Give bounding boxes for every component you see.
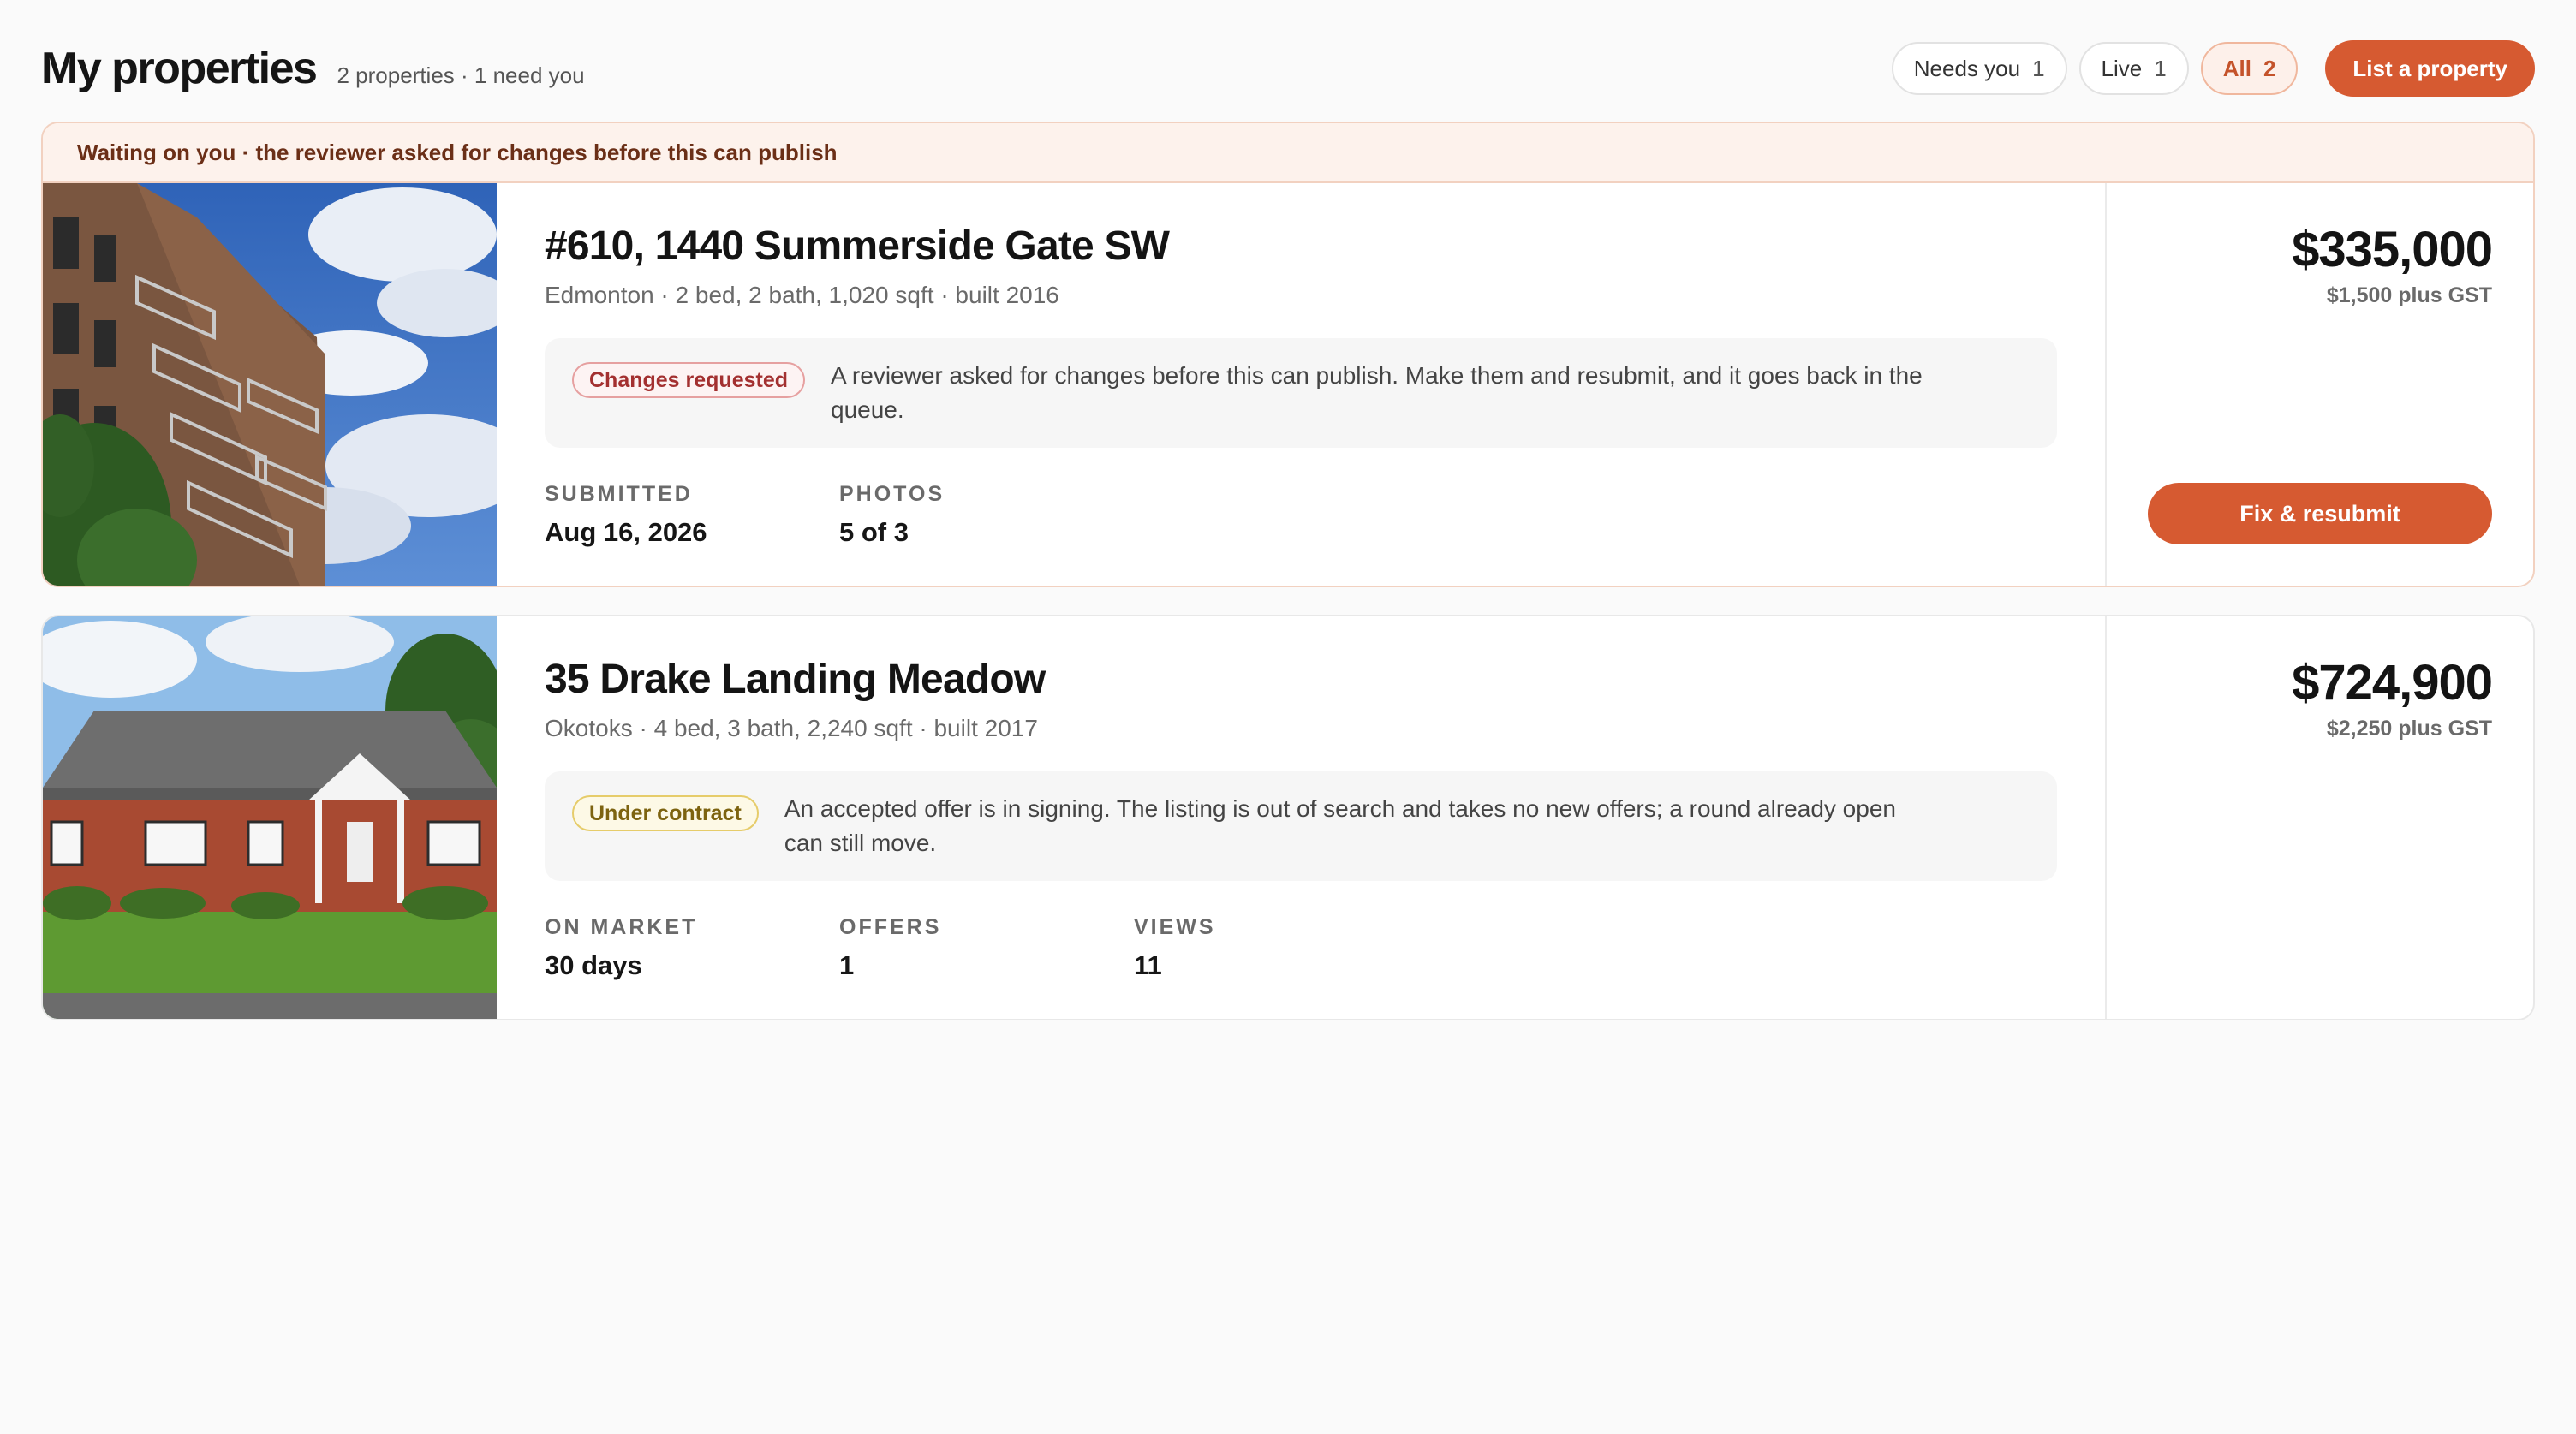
filter-live[interactable]: Live 1 [2078, 42, 2189, 95]
house-image [43, 616, 497, 1019]
filter-all[interactable]: All 2 [2200, 42, 2299, 95]
filter-count: 1 [2032, 55, 2045, 81]
status-badge: Under contract [572, 795, 759, 831]
stat-offers: OFFERS 1 [839, 915, 1134, 981]
stat-label: ON MARKET [545, 915, 698, 939]
stat-label: PHOTOS [839, 482, 945, 506]
listing-fee: $2,250 plus GST [2326, 717, 2492, 741]
price: $724,900 [2292, 655, 2493, 711]
status-box: Under contract An accepted offer is in s… [545, 771, 2057, 881]
status-box: Changes requested A reviewer asked for c… [545, 338, 2057, 448]
stat-value: Aug 16, 2026 [545, 517, 707, 547]
stat-photos: PHOTOS 5 of 3 [839, 482, 1134, 548]
property-photo[interactable] [43, 183, 497, 586]
page-subtitle: 2 properties · 1 need you [337, 62, 585, 88]
stat-value: 11 [1134, 950, 1162, 980]
filter-label: Needs you [1913, 55, 2021, 81]
filter-needs-you[interactable]: Needs you 1 [1891, 42, 2067, 95]
fix-resubmit-button[interactable]: Fix & resubmit [2148, 483, 2492, 544]
stat-submitted: SUBMITTED Aug 16, 2026 [545, 482, 839, 548]
listing-fee: $1,500 plus GST [2326, 283, 2492, 307]
stat-on-market: ON MARKET 30 days [545, 915, 839, 981]
apartment-building-image [43, 183, 497, 586]
filter-count: 1 [2154, 55, 2167, 81]
stat-value: 5 of 3 [839, 517, 909, 547]
stat-label: SUBMITTED [545, 482, 693, 506]
property-meta: Edmonton · 2 bed, 2 bath, 1,020 sqft · b… [545, 282, 1059, 308]
stats-row: SUBMITTED Aug 16, 2026 PHOTOS 5 of 3 [545, 482, 2057, 548]
stat-value: 30 days [545, 950, 642, 980]
filter-label: All [2222, 55, 2251, 81]
header-actions: Needs you 1 Live 1 All 2 List a property [1891, 40, 2535, 97]
property-title[interactable]: #610, 1440 Summerside Gate SW [545, 223, 2057, 270]
title-group: My properties 2 properties · 1 need you [41, 43, 585, 94]
page: My properties 2 properties · 1 need you … [0, 0, 2576, 1434]
listing-info: 35 Drake Landing Meadow Okotoks · 4 bed,… [497, 616, 2107, 1019]
property-meta: Okotoks · 4 bed, 3 bath, 2,240 sqft · bu… [545, 715, 1038, 741]
listing-body: #610, 1440 Summerside Gate SW Edmonton ·… [43, 183, 2533, 586]
stat-label: OFFERS [839, 915, 942, 939]
page-title: My properties [41, 44, 318, 93]
listing-info: #610, 1440 Summerside Gate SW Edmonton ·… [497, 183, 2107, 586]
listing-body: 35 Drake Landing Meadow Okotoks · 4 bed,… [43, 616, 2533, 1019]
status-badge: Changes requested [572, 362, 806, 398]
price-column: $335,000 $1,500 plus GST Fix & resubmit [2107, 183, 2533, 586]
stat-views: VIEWS 11 [1134, 915, 1428, 981]
waiting-banner: Waiting on you · the reviewer asked for … [43, 123, 2533, 183]
filter-count: 2 [2263, 55, 2276, 81]
stat-label: VIEWS [1134, 915, 1216, 939]
price-column: $724,900 $2,250 plus GST [2107, 616, 2533, 1019]
status-text: An accepted offer is in signing. The lis… [784, 795, 1896, 856]
status-text: A reviewer asked for changes before this… [831, 362, 1923, 423]
stat-value: 1 [839, 950, 855, 980]
property-photo[interactable] [43, 616, 497, 1019]
listing-card: 35 Drake Landing Meadow Okotoks · 4 bed,… [41, 615, 2535, 1020]
stats-row: ON MARKET 30 days OFFERS 1 VIEWS 11 [545, 915, 2057, 981]
property-title[interactable]: 35 Drake Landing Meadow [545, 656, 2057, 703]
price: $335,000 [2292, 222, 2493, 277]
list-property-button[interactable]: List a property [2325, 40, 2535, 97]
filter-label: Live [2101, 55, 2143, 81]
listing-card: Waiting on you · the reviewer asked for … [41, 122, 2535, 587]
header: My properties 2 properties · 1 need you … [41, 38, 2535, 99]
